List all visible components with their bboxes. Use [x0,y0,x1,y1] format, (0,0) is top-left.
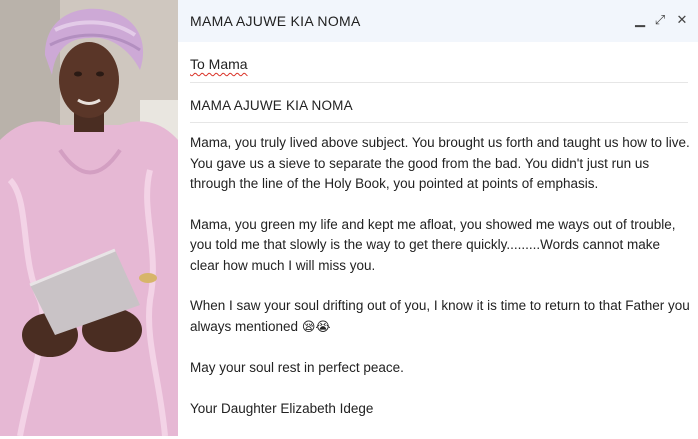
recipients-field[interactable]: To Mama [190,44,688,83]
message-body[interactable]: Mama, you truly lived above subject. You… [190,133,690,439]
window-title: MAMA AJUWE KIA NOMA [190,13,361,29]
compose-titlebar: MAMA AJUWE KIA NOMA ▁ ⤢ ✕ [178,0,698,42]
body-paragraph: When I saw your soul drifting out of you… [190,296,690,338]
expand-icon[interactable]: ⤢ [652,12,668,28]
body-paragraph: May your soul rest in perfect peace. [190,360,404,375]
signature: Your Daughter Elizabeth Idege [190,400,374,416]
subject-value: MAMA AJUWE KIA NOMA [190,98,353,113]
body-paragraph: Mama, you truly lived above subject. You… [190,135,690,191]
compose-window: MAMA AJUWE KIA NOMA ▁ ⤢ ✕ To Mama MAMA A… [178,0,698,436]
close-icon[interactable]: ✕ [674,12,690,28]
body-paragraph-text: When I saw your soul drifting out of you… [190,298,690,334]
minimize-icon[interactable]: ▁ [632,12,648,28]
recipients-value: To Mama [190,56,248,72]
body-paragraph: Mama, you green my life and kept me aflo… [190,216,676,273]
crying-emoji-icon: 😪😭 [301,319,331,335]
portrait-photo [0,0,178,436]
subject-field[interactable]: MAMA AJUWE KIA NOMA [190,84,688,123]
